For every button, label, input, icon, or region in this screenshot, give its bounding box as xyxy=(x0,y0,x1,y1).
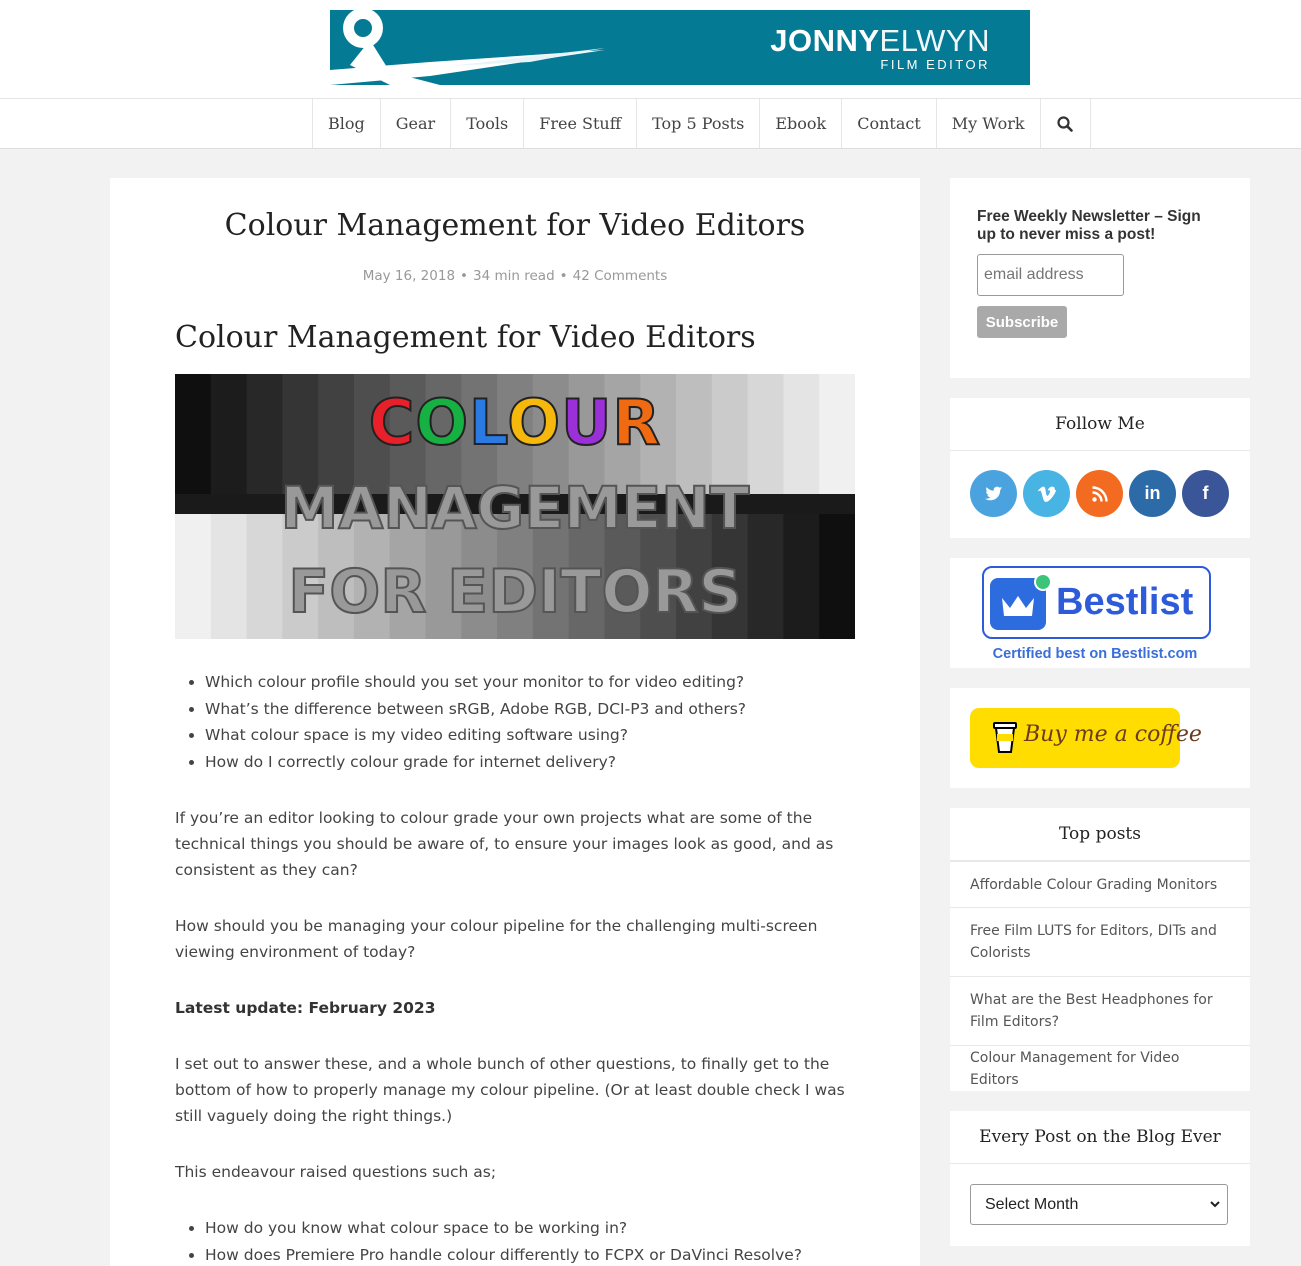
nav-search-button[interactable] xyxy=(1041,99,1091,148)
paragraph: I set out to answer these, and a whole b… xyxy=(175,1055,845,1125)
post-read-time: 34 min read xyxy=(473,268,555,284)
check-icon xyxy=(1034,573,1052,591)
list-item: What’s the difference between sRGB, Adob… xyxy=(205,696,865,723)
list-item: How does Premiere Pro handle colour diff… xyxy=(205,1242,865,1266)
hero-colour-letter: C xyxy=(368,385,416,460)
hero-management-word: MANAGEMENT xyxy=(280,473,751,543)
social-links: in f xyxy=(970,470,1229,517)
list-item: How do I correctly colour grade for inte… xyxy=(205,749,865,776)
hero-colour-letter: O xyxy=(506,385,562,460)
post-title: Colour Management for Video Editors xyxy=(224,208,806,243)
search-icon xyxy=(1057,115,1073,132)
nav-item-free-stuff[interactable]: Free Stuff xyxy=(524,99,638,148)
paragraph: If you’re an editor looking to colour gr… xyxy=(175,809,834,879)
list-item: What colour space is my video editing so… xyxy=(205,722,865,749)
bestlist-logo-text: Bestlist xyxy=(1056,581,1194,623)
bestlist-badge[interactable]: Bestlist xyxy=(982,566,1211,639)
main-nav: Blog Gear Tools Free Stuff Top 5 Posts E… xyxy=(0,99,1301,149)
follow-widget: Follow Me xyxy=(950,398,1250,538)
top-post-link[interactable]: Colour Management for Video Editors xyxy=(950,1045,1250,1091)
nav-item-tools[interactable]: Tools xyxy=(451,99,525,148)
hero-colour-letter: L xyxy=(468,385,508,460)
post-meta: May 16, 2018 • 34 min read • 42 Comments xyxy=(362,268,668,284)
vimeo-icon[interactable] xyxy=(1023,470,1070,517)
brand-name-light: ELWYN xyxy=(879,23,990,58)
buy-me-a-coffee-button[interactable]: Buy me a coffee xyxy=(970,708,1202,768)
nav-item-contact[interactable]: Contact xyxy=(842,99,937,148)
coffee-cup-icon xyxy=(993,722,1017,753)
twitter-icon[interactable] xyxy=(970,470,1017,517)
top-post-link[interactable]: What are the Best Headphones for Film Ed… xyxy=(950,976,1250,1045)
hero-colour-letter: U xyxy=(560,385,613,460)
latest-update-note: Latest update: February 2023 xyxy=(175,999,436,1017)
nav-item-ebook[interactable]: Ebook xyxy=(760,99,843,148)
hero-colour-word: COLOUR xyxy=(175,385,855,460)
brand-name-bold: JONNY xyxy=(770,23,880,58)
site-logo-banner[interactable]: JONNYELWYN FILM EDITOR xyxy=(330,10,1030,85)
coffee-label: Buy me a coffee xyxy=(1024,722,1202,747)
brand-subtitle: FILM EDITOR xyxy=(880,57,990,72)
hero-for-editors-word: FOR EDITORS xyxy=(287,556,743,628)
month-select[interactable]: Select Month xyxy=(970,1184,1228,1225)
chevron-down-icon xyxy=(1209,1185,1221,1240)
site-header: JONNYELWYN FILM EDITOR xyxy=(0,0,1301,99)
email-field[interactable] xyxy=(977,254,1124,296)
question-list: Which colour profile should you set your… xyxy=(175,669,865,775)
bestlist-caption[interactable]: Certified best on Bestlist.com xyxy=(950,646,1240,662)
subscribe-button[interactable]: Subscribe xyxy=(977,306,1067,338)
brand-wordmark: JONNYELWYN FILM EDITOR xyxy=(770,23,990,73)
paragraph: How should you be managing your colour p… xyxy=(175,917,818,961)
hero-colour-letter: R xyxy=(611,385,662,460)
top-posts-title: Top posts xyxy=(950,808,1250,861)
nav-item-my-work[interactable]: My Work xyxy=(937,99,1041,148)
nav-item-top-5-posts[interactable]: Top 5 Posts xyxy=(637,99,761,148)
month-select-value: Select Month xyxy=(985,1196,1079,1213)
article-body: Which colour profile should you set your… xyxy=(175,669,865,1266)
list-item: How do you know what colour space to be … xyxy=(205,1215,865,1242)
hero-image: COLOUR MANAGEMENT FOR EDITORS xyxy=(175,374,855,639)
facebook-icon[interactable]: f xyxy=(1182,470,1229,517)
top-posts-widget: Top posts Affordable Colour Grading Moni… xyxy=(950,808,1250,1091)
newsletter-title: Free Weekly Newsletter – Sign up to neve… xyxy=(977,208,1201,243)
post-comments-link[interactable]: 42 Comments xyxy=(573,268,668,284)
hero-colour-letter: O xyxy=(414,385,470,460)
nav-item-gear[interactable]: Gear xyxy=(381,99,452,148)
question-list: How do you know what colour space to be … xyxy=(175,1215,865,1266)
archive-widget: Every Post on the Blog Ever xyxy=(950,1111,1250,1246)
nav-item-blog[interactable]: Blog xyxy=(313,99,381,148)
paragraph: This endeavour raised questions such as; xyxy=(175,1163,497,1181)
top-post-link[interactable]: Affordable Colour Grading Monitors xyxy=(950,861,1250,907)
post-date: May 16, 2018 xyxy=(362,268,456,284)
archive-title: Every Post on the Blog Ever xyxy=(950,1111,1250,1164)
rss-icon[interactable] xyxy=(1076,470,1123,517)
list-item: Which colour profile should you set your… xyxy=(205,669,865,696)
article-heading: Colour Management for Video Editors xyxy=(175,320,756,355)
follow-widget-title: Follow Me xyxy=(950,398,1250,451)
top-post-link[interactable]: Free Film LUTS for Editors, DITs and Col… xyxy=(950,907,1250,976)
linkedin-icon[interactable]: in xyxy=(1129,470,1176,517)
